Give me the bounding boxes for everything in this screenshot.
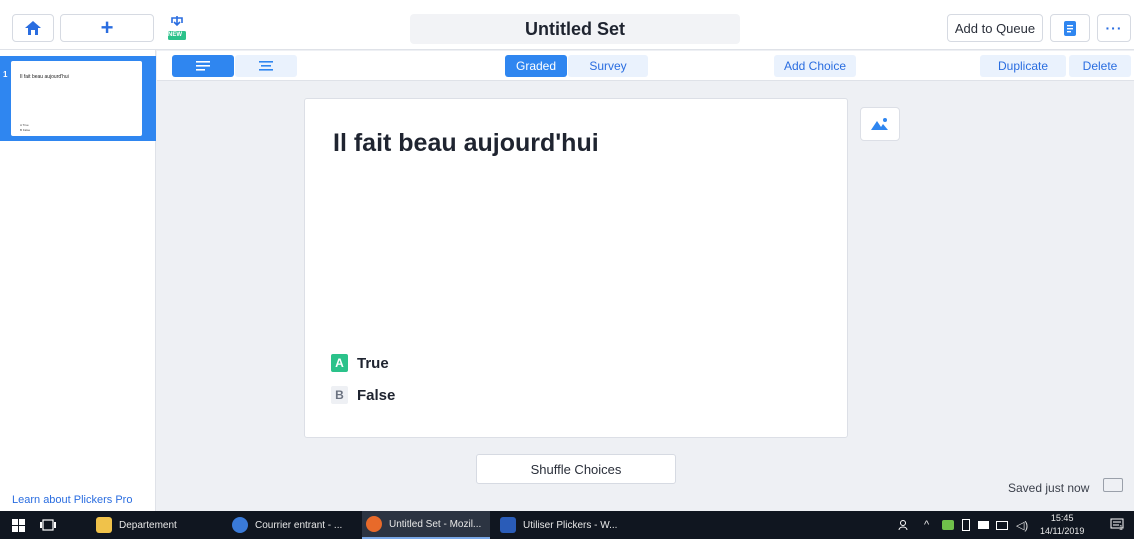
taskbar-app-label: Utiliser Plickers - W... xyxy=(523,519,618,531)
clock-time: 15:45 xyxy=(1050,513,1074,523)
document-button[interactable] xyxy=(1050,14,1090,42)
task-view-button[interactable] xyxy=(40,511,56,539)
add-image-button[interactable] xyxy=(860,107,900,141)
slide-sidebar: 1 Il fait beau aujourd'hui A True B Fals… xyxy=(0,50,156,511)
new-badge: NEW xyxy=(168,32,182,38)
page-title: Untitled Set xyxy=(524,18,625,39)
save-status: Saved just now xyxy=(1008,481,1090,495)
battery-icon[interactable] xyxy=(962,511,970,539)
slide-thumbnail-question: Il fait beau aujourd'hui xyxy=(20,74,69,80)
keyboard-icon[interactable] xyxy=(1103,478,1123,492)
choice-letter[interactable]: B xyxy=(331,386,348,404)
start-button[interactable] xyxy=(12,511,25,539)
taskbar-app-label: Departement xyxy=(119,519,177,531)
align-left-button[interactable] xyxy=(172,55,234,77)
more-options-button[interactable]: ··· xyxy=(1097,14,1131,42)
taskbar-app-label: Courrier entrant - ... xyxy=(255,519,343,531)
taskbar-app-label: Untitled Set - Mozil... xyxy=(389,518,482,530)
mail-icon xyxy=(232,517,248,533)
home-icon xyxy=(25,21,41,35)
keyboard-layout-icon[interactable] xyxy=(978,511,989,539)
plus-icon: + xyxy=(100,15,114,40)
slide-thumbnail-choice-b: B False xyxy=(20,128,31,132)
align-center-icon xyxy=(259,61,273,71)
choice-row[interactable]: A True xyxy=(331,353,389,373)
volume-icon[interactable]: ◁) xyxy=(1016,511,1028,539)
document-icon xyxy=(1064,20,1076,36)
taskbar-app[interactable]: Departement xyxy=(92,511,220,539)
choice-row[interactable]: B False xyxy=(331,385,395,405)
slide-thumbnail[interactable] xyxy=(11,61,142,136)
notification-center-icon[interactable]: 1 xyxy=(1110,511,1124,539)
align-left-icon xyxy=(196,61,210,71)
learn-plickers-pro-link[interactable]: Learn about Plickers Pro xyxy=(12,494,132,506)
slide-thumbnail-choice-a: A True xyxy=(20,123,29,127)
question-text[interactable]: Il fait beau aujourd'hui xyxy=(333,129,599,158)
choice-letter-correct[interactable]: A xyxy=(331,354,348,372)
people-icon[interactable] xyxy=(898,511,910,539)
clock-date: 14/11/2019 xyxy=(1040,526,1085,536)
set-title[interactable]: Untitled Set xyxy=(410,14,740,44)
taskbar-app[interactable]: Untitled Set - Mozil... xyxy=(362,511,490,539)
folder-icon xyxy=(96,517,112,533)
home-button[interactable] xyxy=(12,14,54,42)
editor-toolbar: Graded Survey Add Choice Duplicate Delet… xyxy=(157,51,1134,81)
word-icon xyxy=(500,517,516,533)
task-view-icon xyxy=(40,519,56,531)
firefox-icon xyxy=(366,516,382,532)
clock[interactable]: 15:45 14/11/2019 xyxy=(1040,512,1084,538)
shuffle-choices-button[interactable]: Shuffle Choices xyxy=(476,454,676,484)
network-icon[interactable] xyxy=(996,511,1008,539)
graded-toggle[interactable]: Graded xyxy=(505,55,567,77)
add-choice-button[interactable]: Add Choice xyxy=(774,55,856,77)
duplicate-button[interactable]: Duplicate xyxy=(980,55,1066,77)
image-icon xyxy=(871,118,888,130)
survey-toggle[interactable]: Survey xyxy=(568,55,648,77)
taskbar-app[interactable]: Courrier entrant - ... xyxy=(228,511,356,539)
align-center-button[interactable] xyxy=(235,55,297,77)
slide-list-item[interactable]: 1 Il fait beau aujourd'hui A True B Fals… xyxy=(0,56,156,141)
windows-logo-icon xyxy=(12,518,25,532)
tray-app-icon[interactable] xyxy=(942,511,954,539)
import-button[interactable]: NEW xyxy=(160,14,194,42)
new-set-button[interactable]: + xyxy=(60,14,154,42)
windows-taskbar: Departement Courrier entrant - ... Untit… xyxy=(0,511,1134,539)
notification-count: 1 xyxy=(1119,525,1123,532)
top-bar: + NEW Untitled Set Add to Queue ··· xyxy=(0,0,1134,50)
question-card: Il fait beau aujourd'hui A True B False xyxy=(304,98,848,438)
ellipsis-icon: ··· xyxy=(1105,20,1123,36)
delete-button[interactable]: Delete xyxy=(1069,55,1131,77)
tray-expand-icon[interactable]: ^ xyxy=(924,511,929,539)
slide-number: 1 xyxy=(3,70,8,79)
add-to-queue-button[interactable]: Add to Queue xyxy=(947,14,1043,42)
taskbar-app[interactable]: Utiliser Plickers - W... xyxy=(496,511,624,539)
choice-text[interactable]: False xyxy=(357,387,395,404)
choice-text[interactable]: True xyxy=(357,355,389,372)
